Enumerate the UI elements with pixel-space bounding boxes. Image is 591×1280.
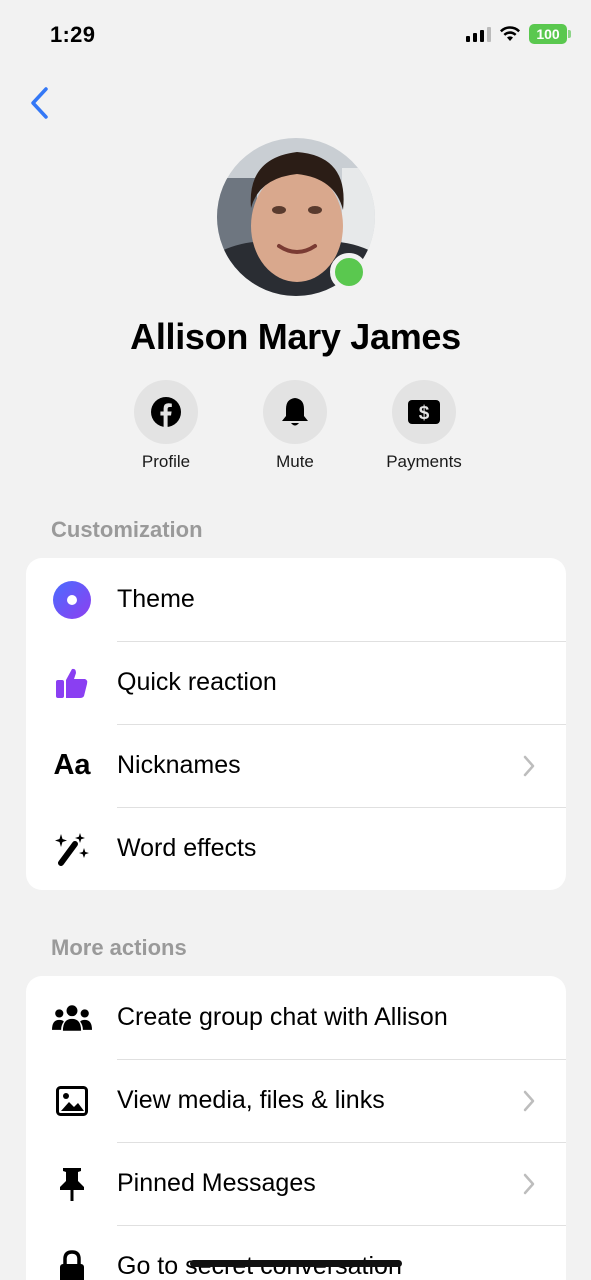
lock-icon [52,1247,92,1280]
pinned-messages-label: Pinned Messages [117,1169,316,1197]
wifi-icon [500,26,520,41]
theme-label: Theme [117,585,195,613]
bell-icon [282,398,308,426]
quick-reaction-label: Quick reaction [117,668,277,696]
more-actions-header: More actions [51,935,187,960]
pin-icon [52,1164,92,1204]
theme-icon [52,580,92,620]
view-media-label: View media, files & links [117,1086,385,1114]
status-indicators: 100 [466,24,571,44]
view-media-row[interactable]: View media, files & links [26,1059,566,1142]
chevron-right-icon [523,755,535,777]
payments-button[interactable]: $ Payments [364,380,484,472]
svg-text:$: $ [419,403,430,424]
payments-button-label: Payments [386,452,462,471]
facebook-icon [151,397,181,427]
create-group-chat-label: Create group chat with Allison [117,1003,448,1031]
secret-conversation-row[interactable]: Go to secret conversation [26,1225,566,1280]
signal-icon [466,26,491,42]
photo-icon [52,1081,92,1121]
dollar-icon: $ [408,400,440,424]
quick-reaction-row[interactable]: Quick reaction [26,641,566,724]
theme-row[interactable]: Theme [26,558,566,641]
profile-button-label: Profile [141,452,191,471]
nicknames-row[interactable]: Aa Nicknames [26,724,566,807]
chevron-left-icon [31,87,48,119]
chevron-right-icon [523,1173,535,1195]
profile-button[interactable]: Profile [106,380,226,472]
chevron-right-icon [523,1090,535,1112]
status-time: 1:29 [50,22,96,47]
nicknames-label: Nicknames [117,751,241,779]
customization-card: Theme Quick reaction Aa Nicknames Word e… [26,558,566,890]
back-button[interactable] [24,84,60,124]
customization-header: Customization [51,517,203,542]
word-effects-label: Word effects [117,834,257,862]
status-bar: 1:29 100 [0,0,591,70]
online-status-indicator [330,253,368,291]
thumbs-up-icon [52,663,92,703]
pinned-messages-row[interactable]: Pinned Messages [26,1142,566,1225]
magic-wand-icon [52,829,92,869]
mute-button[interactable]: Mute [235,380,355,472]
more-actions-card: Create group chat with Allison View medi… [26,976,566,1280]
group-icon [52,998,92,1038]
mute-button-label: Mute [276,452,314,471]
text-aa-icon: Aa [53,749,91,781]
create-group-chat-row[interactable]: Create group chat with Allison [26,976,566,1059]
battery-icon: 100 [529,24,571,44]
home-indicator[interactable] [190,1260,402,1267]
contact-name: Allison Mary James [130,316,461,357]
word-effects-row[interactable]: Word effects [26,807,566,890]
